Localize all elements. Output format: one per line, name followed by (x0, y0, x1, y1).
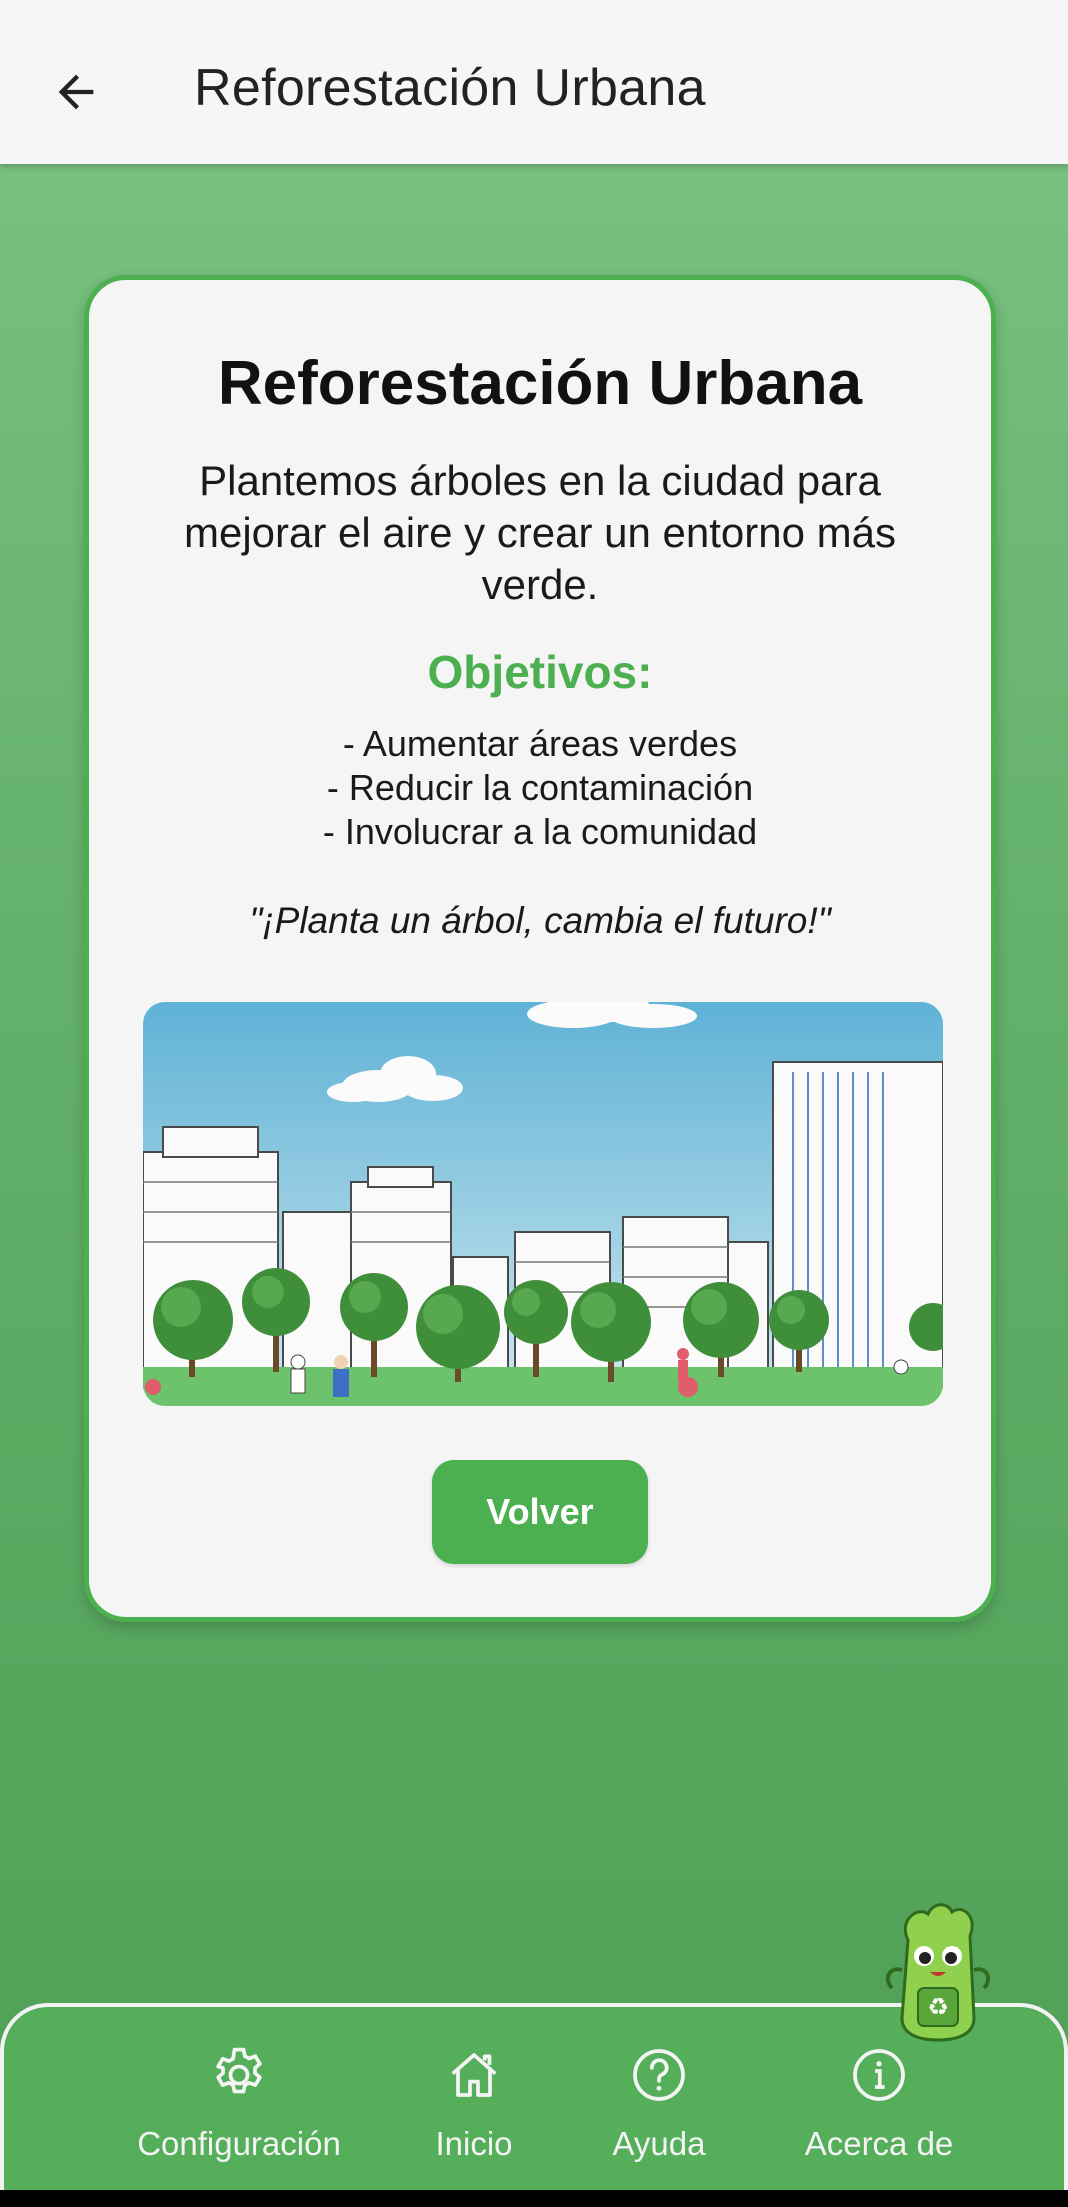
help-icon (633, 2049, 685, 2101)
page-title: Reforestación Urbana (194, 59, 706, 117)
svg-text:♻: ♻ (927, 1993, 949, 2021)
nav-label: Acerca de (804, 2125, 954, 2162)
info-icon (853, 2049, 905, 2101)
objective-item: - Aumentar áreas verdes (342, 723, 738, 764)
nav-item-configuracion[interactable]: Configuración (124, 2007, 354, 2177)
objectives-list: - Aumentar áreas verdes - Reducir la con… (89, 722, 991, 854)
info-card: Reforestación Urbana Plantemos árboles e… (84, 275, 996, 1622)
urban-reforestation-illustration (143, 1002, 943, 1406)
arrow-left-icon (58, 74, 94, 110)
objective-item: - Reducir la contaminación (326, 767, 754, 808)
objective-item: - Involucrar a la comunidad (322, 811, 758, 852)
home-icon (451, 2053, 497, 2097)
nav-label: Inicio (435, 2125, 513, 2162)
nav-item-ayuda[interactable]: Ayuda (599, 2007, 719, 2177)
top-app-bar: Reforestación Urbana (0, 0, 1068, 164)
objectives-title: Objetivos: (427, 646, 653, 698)
back-button[interactable] (36, 52, 116, 132)
mascot-illustration: ♻ (885, 1903, 991, 2042)
card-title: Reforestación Urbana (217, 349, 863, 418)
volver-button[interactable]: Volver (432, 1460, 648, 1564)
nav-item-inicio[interactable]: Inicio (414, 2007, 534, 2177)
app-screen: Reforestación Urbana Reforestación Urban… (0, 0, 1068, 2190)
gear-icon (216, 2047, 262, 2094)
nav-label: Ayuda (612, 2125, 706, 2162)
quote-text: "¡Planta un árbol, cambia el futuro!" (249, 900, 831, 941)
nav-label: Configuración (137, 2125, 341, 2162)
card-description: Plantemos árboles en la ciudad para mejo… (184, 457, 896, 608)
